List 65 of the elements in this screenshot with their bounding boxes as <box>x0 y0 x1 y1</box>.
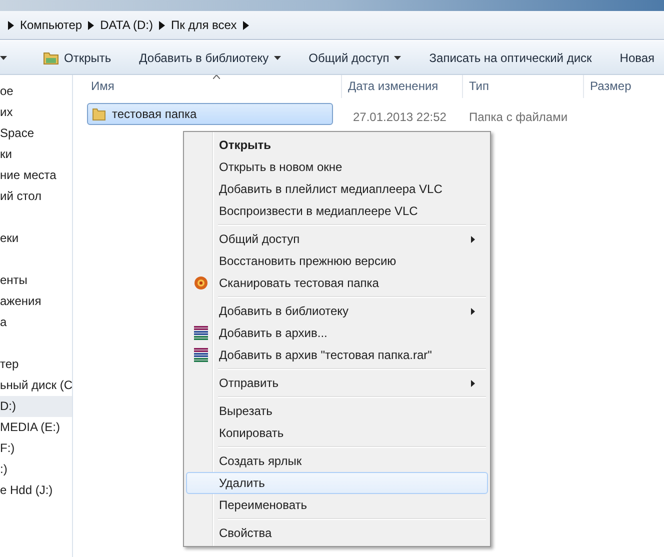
nav-item[interactable]: енты <box>0 270 72 291</box>
file-name-cell[interactable]: тестовая папка <box>87 103 333 125</box>
address-bar[interactable]: Компьютер DATA (D:) Пк для всех <box>0 11 664 40</box>
menu-item[interactable]: Переименовать <box>186 494 488 516</box>
nav-item[interactable]: ое <box>0 81 72 102</box>
toolbar-button[interactable]: Новая <box>606 46 664 68</box>
menu-item[interactable]: Восстановить прежнюю версию <box>186 250 488 272</box>
books-icon <box>193 325 209 341</box>
chevron-icon[interactable] <box>159 20 165 30</box>
nav-item[interactable]: :) <box>0 459 72 480</box>
breadcrumb-item[interactable]: Пк для всех <box>171 18 237 32</box>
column-header[interactable]: Имя <box>73 75 341 98</box>
menu-item[interactable]: Добавить в плейлист медиаплеера VLC <box>186 178 488 200</box>
submenu-arrow-icon <box>471 236 475 243</box>
toolbar-button[interactable]: Записать на оптический диск <box>415 46 606 68</box>
menu-item[interactable]: Воспроизвести в медиаплеере VLC <box>186 200 488 222</box>
menu-item[interactable]: Отправить <box>186 372 488 394</box>
chevron-icon[interactable] <box>8 20 14 30</box>
nav-item[interactable]: ажения <box>0 291 72 312</box>
menu-item[interactable]: Общий доступ <box>186 228 488 250</box>
nav-item[interactable]: Space <box>0 123 72 144</box>
sort-icon <box>213 75 220 79</box>
nav-item[interactable]: ки <box>0 144 72 165</box>
menu-item[interactable]: Добавить в библиотеку <box>186 300 488 322</box>
menu-item[interactable]: Добавить в архив... <box>186 322 488 344</box>
toolbar-button[interactable]: Открыть <box>13 46 126 68</box>
menu-item[interactable]: Удалить <box>186 472 488 494</box>
type-cell: Папка с файлами <box>469 110 568 124</box>
caret-icon <box>274 56 281 60</box>
caret-icon <box>394 56 402 60</box>
nav-item[interactable]: тер <box>0 354 72 375</box>
menu-item[interactable]: Свойства <box>186 522 488 544</box>
caret-icon <box>0 56 7 60</box>
nav-item[interactable]: D:) <box>0 396 72 417</box>
menu-item[interactable]: Создать ярлык <box>186 450 488 472</box>
date-cell: 27.01.2013 22:52 <box>353 110 446 124</box>
nav-item[interactable]: e Hdd (J:) <box>0 480 72 501</box>
toolbar-button[interactable]: Добавить в библиотеку <box>125 46 295 68</box>
nav-item[interactable]: ьный диск (С <box>0 375 72 396</box>
folder-icon <box>43 50 59 64</box>
submenu-arrow-icon <box>471 380 475 387</box>
column-header[interactable]: Размер <box>583 75 664 98</box>
column-header[interactable]: Тип <box>462 75 583 98</box>
nav-item[interactable]: F:) <box>0 438 72 459</box>
submenu-arrow-icon <box>471 308 475 315</box>
breadcrumb-item[interactable]: Компьютер <box>20 18 82 32</box>
books-icon <box>193 347 209 363</box>
folder-icon <box>92 107 106 121</box>
breadcrumb-item[interactable]: DATA (D:) <box>100 18 153 32</box>
toolbar-button[interactable]: Общий доступ <box>294 46 416 68</box>
nav-item[interactable]: их <box>0 102 72 123</box>
chevron-icon[interactable] <box>242 20 249 30</box>
nav-item[interactable]: а <box>0 312 72 333</box>
nav-item[interactable]: ий стол <box>0 186 72 207</box>
menu-item[interactable]: Вырезать <box>186 400 488 422</box>
nav-item[interactable]: еки <box>0 228 72 249</box>
menu-item[interactable]: Добавить в архив "тестовая папка.rar" <box>186 344 488 366</box>
menu-item[interactable]: Сканировать тестовая папка <box>186 272 488 294</box>
menu-item[interactable]: Открыть в новом окне <box>186 156 488 178</box>
chevron-icon[interactable] <box>88 20 94 30</box>
menu-item[interactable]: Копировать <box>186 422 488 444</box>
menu-item[interactable]: Открыть <box>186 134 488 156</box>
nav-item[interactable]: ние места <box>0 165 72 186</box>
nav-item[interactable]: MEDIA (E:) <box>0 417 72 438</box>
column-header[interactable]: Дата изменения <box>341 75 462 98</box>
